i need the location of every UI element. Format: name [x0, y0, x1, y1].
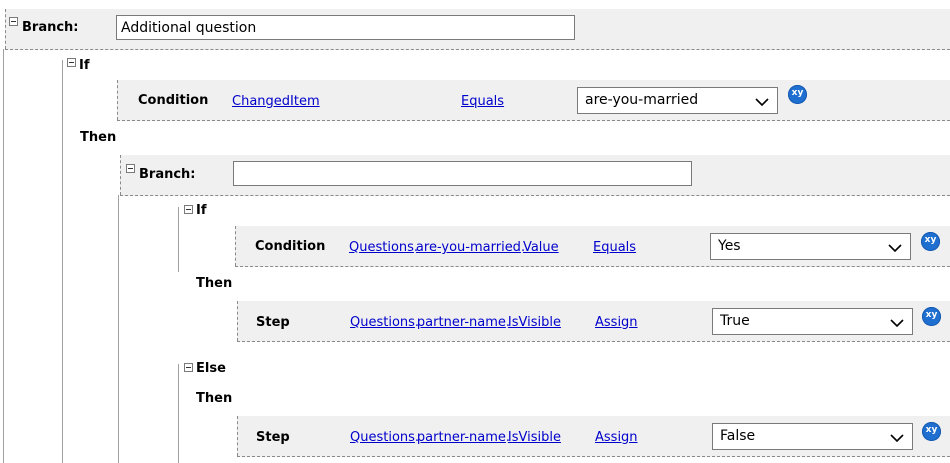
nested-condition-operator-link[interactable]: Equals [593, 240, 636, 256]
step1-operator-link[interactable]: Assign [595, 315, 638, 331]
step2-operator-link[interactable]: Assign [595, 430, 638, 446]
root-condition-field-link[interactable]: ChangedItem [232, 94, 320, 110]
nested-condition-band-edge [235, 226, 236, 266]
step1-band-edge [237, 301, 238, 341]
root-branch-band-edge [5, 9, 6, 49]
root-branch-label: Branch: [22, 20, 79, 35]
root-if-collapse-icon[interactable] [67, 58, 76, 67]
step2-band-edge [237, 416, 238, 456]
field-part[interactable]: Questions [350, 315, 415, 330]
field-part[interactable]: partner-name [417, 430, 506, 445]
selected-value: are-you-married [585, 92, 699, 108]
nested-else-then-label: Then [196, 391, 233, 406]
step2-label: Step [256, 430, 290, 445]
nested-branch-band-edge [120, 155, 121, 195]
step1-field-link[interactable]: Questions.partner-name.IsVisible [350, 315, 561, 331]
field-part[interactable]: ChangedItem [232, 94, 320, 109]
step1-value-select[interactable]: True [712, 308, 913, 335]
root-branch-collapse-icon[interactable] [9, 17, 18, 26]
nested-branch-collapse-icon[interactable] [126, 164, 135, 173]
field-part[interactable]: are-you-married [416, 240, 521, 255]
step2-value-select[interactable]: False [712, 423, 913, 450]
root-then-label: Then [80, 130, 117, 145]
field-part[interactable]: Questions [349, 240, 414, 255]
root-branch-name-input[interactable] [116, 15, 575, 40]
nested-else-label: Else [196, 361, 226, 376]
root-condition-band-edge [117, 80, 118, 120]
field-part[interactable]: partner-name [417, 315, 506, 330]
chevron-down-icon [890, 319, 904, 327]
nested-if-label: If [196, 203, 207, 218]
nested-branch-label: Branch: [139, 167, 196, 182]
chevron-down-icon [888, 244, 902, 252]
step1-label: Step [256, 315, 290, 330]
step1-xy-variable-icon[interactable]: xy [922, 307, 941, 326]
selected-value: False [720, 428, 756, 444]
nested-branch-name-input[interactable] [233, 161, 692, 186]
nested-if-collapse-icon[interactable] [184, 205, 193, 214]
nested-if-line [178, 207, 179, 272]
step2-xy-variable-icon[interactable]: xy [922, 422, 941, 441]
nested-then-label: Then [196, 276, 233, 291]
field-part[interactable]: IsVisible [508, 430, 561, 445]
root-if-label: If [79, 58, 90, 73]
selected-value: Yes [718, 238, 741, 254]
root-tree-line [3, 49, 4, 463]
root-condition-value-select[interactable]: are-you-married [577, 87, 778, 114]
chevron-down-icon [890, 434, 904, 442]
nested-tree-line [118, 195, 119, 463]
field-part[interactable]: Questions [350, 430, 415, 445]
selected-value: True [720, 313, 750, 329]
nested-condition-field-link[interactable]: Questions.are-you-married.Value [349, 240, 559, 256]
step2-field-link[interactable]: Questions.partner-name.IsVisible [350, 430, 561, 446]
nested-condition-label: Condition [255, 239, 326, 254]
root-condition-xy-variable-icon[interactable]: xy [788, 85, 807, 104]
field-part[interactable]: IsVisible [508, 315, 561, 330]
nested-else-collapse-icon[interactable] [184, 363, 193, 372]
root-condition-operator-link[interactable]: Equals [461, 94, 504, 110]
chevron-down-icon [755, 98, 769, 106]
nested-condition-xy-variable-icon[interactable]: xy [921, 232, 940, 251]
nested-else-line [178, 364, 179, 463]
root-if-line [62, 60, 63, 463]
field-part[interactable]: Value [523, 240, 559, 255]
root-condition-label: Condition [138, 93, 209, 108]
nested-condition-value-select[interactable]: Yes [710, 233, 911, 260]
